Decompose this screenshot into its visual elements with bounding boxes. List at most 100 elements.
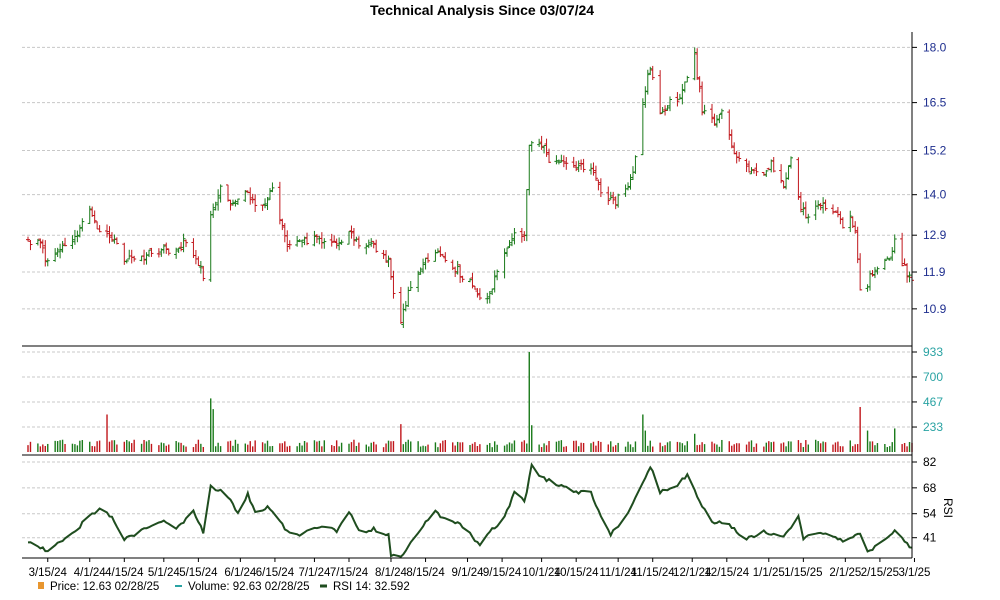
volume-bar	[321, 446, 323, 452]
ohlc-bar	[507, 240, 512, 248]
legend-rsi: RSI 14: 32.592	[333, 581, 410, 593]
rsi-tick-label: 68	[923, 481, 937, 495]
ohlc-bar	[260, 204, 265, 211]
volume-bar	[785, 446, 787, 452]
ohlc-bar	[426, 253, 431, 263]
ohlc-bar	[512, 227, 517, 245]
volume-bar	[607, 444, 609, 452]
legend-volume: Volume: 92.63 02/28/25	[188, 581, 310, 593]
volume-bar	[318, 440, 321, 452]
volume-bar	[74, 444, 76, 452]
ohlc-bar	[164, 242, 169, 254]
volume-bar	[817, 441, 819, 452]
volume-bar	[123, 441, 126, 452]
chart-legend: Price: 12.63 02/28/25 Volume: 92.63 02/2…	[38, 581, 410, 593]
ohlc-bar	[142, 249, 147, 265]
volume-bar	[889, 446, 891, 452]
ohlc-bar	[732, 142, 737, 155]
volume-bar	[108, 441, 111, 452]
volume-bar	[474, 442, 476, 452]
x-tick-label: 8/1/24	[375, 567, 408, 579]
ohlc-bar	[312, 230, 317, 247]
ohlc-bar	[616, 193, 621, 208]
ohlc-bar	[900, 232, 905, 267]
volume-bar	[632, 447, 634, 452]
volume-bar	[252, 446, 254, 452]
price-tick-label: 15.2	[923, 143, 947, 157]
volume-bar	[210, 398, 212, 452]
volume-bar	[160, 442, 163, 452]
ohlc-bar	[305, 232, 310, 246]
volume-bar	[738, 443, 740, 452]
ohlc-bar	[561, 155, 566, 168]
volume-bar	[768, 441, 770, 452]
ohlc-bar	[97, 225, 102, 233]
volume-bar	[521, 441, 523, 452]
volume-bar	[375, 444, 377, 452]
ohlc-bar	[495, 269, 500, 281]
ohlc-bar	[129, 249, 134, 264]
volume-bar	[313, 440, 316, 452]
x-tick-label: 2/1/25	[829, 567, 861, 579]
volume-bar	[390, 441, 392, 452]
volume-bar	[560, 440, 563, 452]
volume-bar	[44, 445, 46, 452]
volume-bar	[281, 443, 284, 452]
volume-bar	[247, 444, 249, 452]
ohlc-bar	[648, 66, 653, 76]
ohlc-bar	[591, 162, 596, 176]
price-tick-label: 10.9	[923, 302, 947, 316]
ohlc-bar	[477, 288, 482, 301]
ohlc-bar	[458, 264, 463, 283]
volume-bar	[782, 442, 785, 452]
volume-bar	[47, 443, 49, 452]
ohlc-bar	[487, 291, 492, 304]
volume-bar	[71, 443, 74, 452]
ohlc-bar	[248, 187, 253, 205]
volume-bar	[555, 441, 558, 452]
volume-bar	[202, 446, 205, 452]
volume-bar	[489, 443, 491, 452]
volume-bar	[37, 443, 39, 452]
volume-bar	[185, 446, 187, 452]
volume-bar	[298, 442, 301, 452]
volume-bar	[612, 446, 614, 452]
volume-bar	[61, 439, 64, 452]
volume-bar	[158, 445, 160, 452]
ohlc-bar	[228, 199, 233, 211]
volume-bar	[289, 445, 291, 452]
volume-bar	[703, 444, 706, 452]
volume-bar	[476, 446, 479, 452]
volume-bar	[642, 414, 644, 452]
volume-bar	[548, 440, 550, 452]
volume-bar	[303, 440, 306, 452]
volume-bar	[894, 428, 896, 452]
ohlc-bar	[391, 270, 396, 299]
volume-bar	[852, 446, 854, 452]
ohlc-bar	[658, 70, 663, 115]
volume-bar	[649, 440, 651, 452]
ohlc-bar	[633, 155, 638, 174]
x-tick-label: 3/15/24	[29, 567, 68, 579]
ohlc-bar	[593, 165, 598, 181]
ohlc-bar	[472, 285, 477, 290]
ohlc-bar	[640, 98, 645, 156]
ohlc-bar	[149, 247, 154, 257]
price-ohlc-bars	[26, 47, 914, 329]
volume-bar	[29, 441, 32, 452]
x-tick-label: 7/15/24	[330, 567, 369, 579]
volume-bar	[721, 439, 723, 452]
volume-bar	[592, 441, 595, 452]
volume-bar	[597, 440, 600, 452]
rsi-tick-label: 41	[923, 531, 937, 545]
ohlc-bar	[196, 256, 201, 267]
ohlc-bar	[613, 196, 618, 210]
volume-bar	[427, 444, 429, 452]
ohlc-bar	[574, 161, 579, 172]
ohlc-bar	[386, 255, 391, 268]
volume-bar	[679, 442, 681, 452]
volume-bar	[733, 444, 735, 452]
volume-bar	[271, 445, 274, 452]
ohlc-bar	[156, 248, 161, 258]
ohlc-bar	[401, 303, 406, 329]
